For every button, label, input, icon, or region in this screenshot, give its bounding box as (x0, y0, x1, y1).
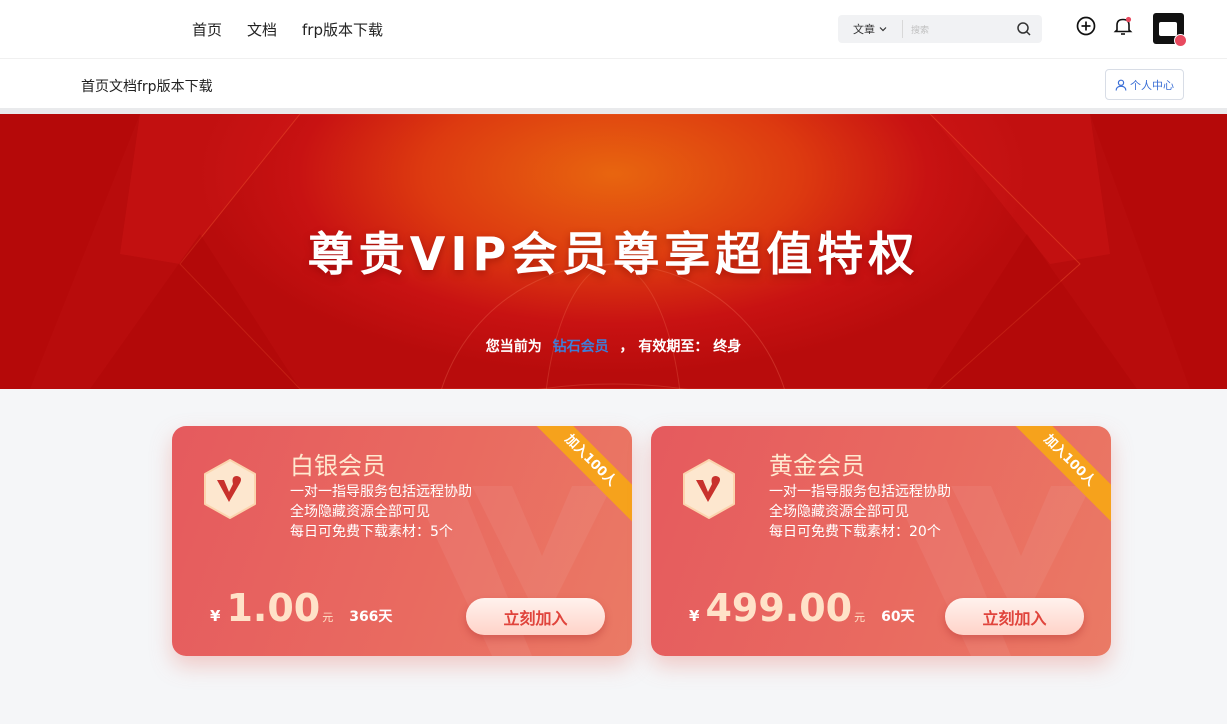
avatar-image (1159, 22, 1177, 36)
nav-item-frp-download[interactable]: frp版本下载 (302, 19, 383, 40)
price-unit: 元 (854, 611, 866, 624)
price-currency: ¥ (210, 607, 221, 625)
price-amount: 499.00 (705, 586, 853, 630)
user-center-label: 个人中心 (1130, 78, 1174, 92)
status-prefix: 您当前为 (485, 339, 542, 355)
avatar[interactable] (1153, 13, 1187, 47)
plus-circle-icon[interactable] (1075, 15, 1097, 37)
plan-card-silver: 加入100人 白银会员 一对一指导服务包括远程协助 全场隐藏资源全部可见 每日可… (172, 426, 632, 656)
plan-name: 白银会员 (290, 452, 386, 480)
price-amount: 1.00 (226, 586, 321, 630)
membership-level: 钻石会员 (552, 339, 609, 355)
join-button[interactable]: 立刻加入 (945, 598, 1084, 635)
top-navbar: 首页 文档 frp版本下载 文章 搜索 (0, 0, 1227, 58)
plan-duration: 60天 (881, 609, 915, 625)
plan-feature: 每日可免费下载素材：20个 (769, 524, 941, 540)
price-unit: 元 (322, 611, 334, 624)
nav-item-home[interactable]: 首页 (192, 19, 222, 40)
search-icon[interactable] (1016, 21, 1032, 37)
vip-badge-icon (1174, 34, 1187, 47)
search-category-label: 文章 (853, 23, 875, 36)
status-expiry-label: ， 有效期至： (619, 339, 709, 355)
breadcrumb: 首页文档frp版本下载 (81, 79, 213, 95)
plan-feature: 一对一指导服务包括远程协助 (769, 484, 951, 500)
bell-icon[interactable] (1112, 15, 1134, 37)
chevron-down-icon (879, 27, 887, 32)
vip-logo-icon (683, 459, 735, 519)
user-center-button[interactable]: 个人中心 (1105, 69, 1184, 100)
price-currency: ¥ (689, 607, 700, 625)
plan-price: ¥ 1.00 元 366天 (210, 586, 392, 630)
plan-feature: 全场隐藏资源全部可见 (769, 504, 909, 520)
membership-status: 您当前为 钻石会员 ， 有效期至： 终身 (0, 336, 1227, 356)
nav-item-docs[interactable]: 文档 (247, 19, 277, 40)
vip-logo-icon (204, 459, 256, 519)
vip-hero-banner: 尊贵VIP会员尊享超值特权 您当前为 钻石会员 ， 有效期至： 终身 (0, 114, 1227, 389)
main-nav: 首页 文档 frp版本下载 (192, 19, 383, 40)
breadcrumb-bar: 首页文档frp版本下载 个人中心 (0, 58, 1227, 108)
plan-feature: 一对一指导服务包括远程协助 (290, 484, 472, 500)
hero-title: 尊贵VIP会员尊享超值特权 (307, 227, 920, 281)
plan-price: ¥ 499.00 元 60天 (689, 586, 915, 630)
plan-duration: 366天 (349, 609, 393, 625)
plan-card-gold: 加入100人 黄金会员 一对一指导服务包括远程协助 全场隐藏资源全部可见 每日可… (651, 426, 1111, 656)
plan-name: 黄金会员 (769, 452, 865, 480)
status-expiry-value: 终身 (713, 339, 742, 355)
join-button[interactable]: 立刻加入 (466, 598, 605, 635)
search-box: 文章 搜索 (838, 15, 1042, 43)
user-icon (1115, 79, 1127, 91)
plan-feature: 全场隐藏资源全部可见 (290, 504, 430, 520)
plan-feature: 每日可免费下载素材：5个 (290, 524, 453, 540)
search-category-select[interactable]: 文章 (838, 21, 902, 37)
